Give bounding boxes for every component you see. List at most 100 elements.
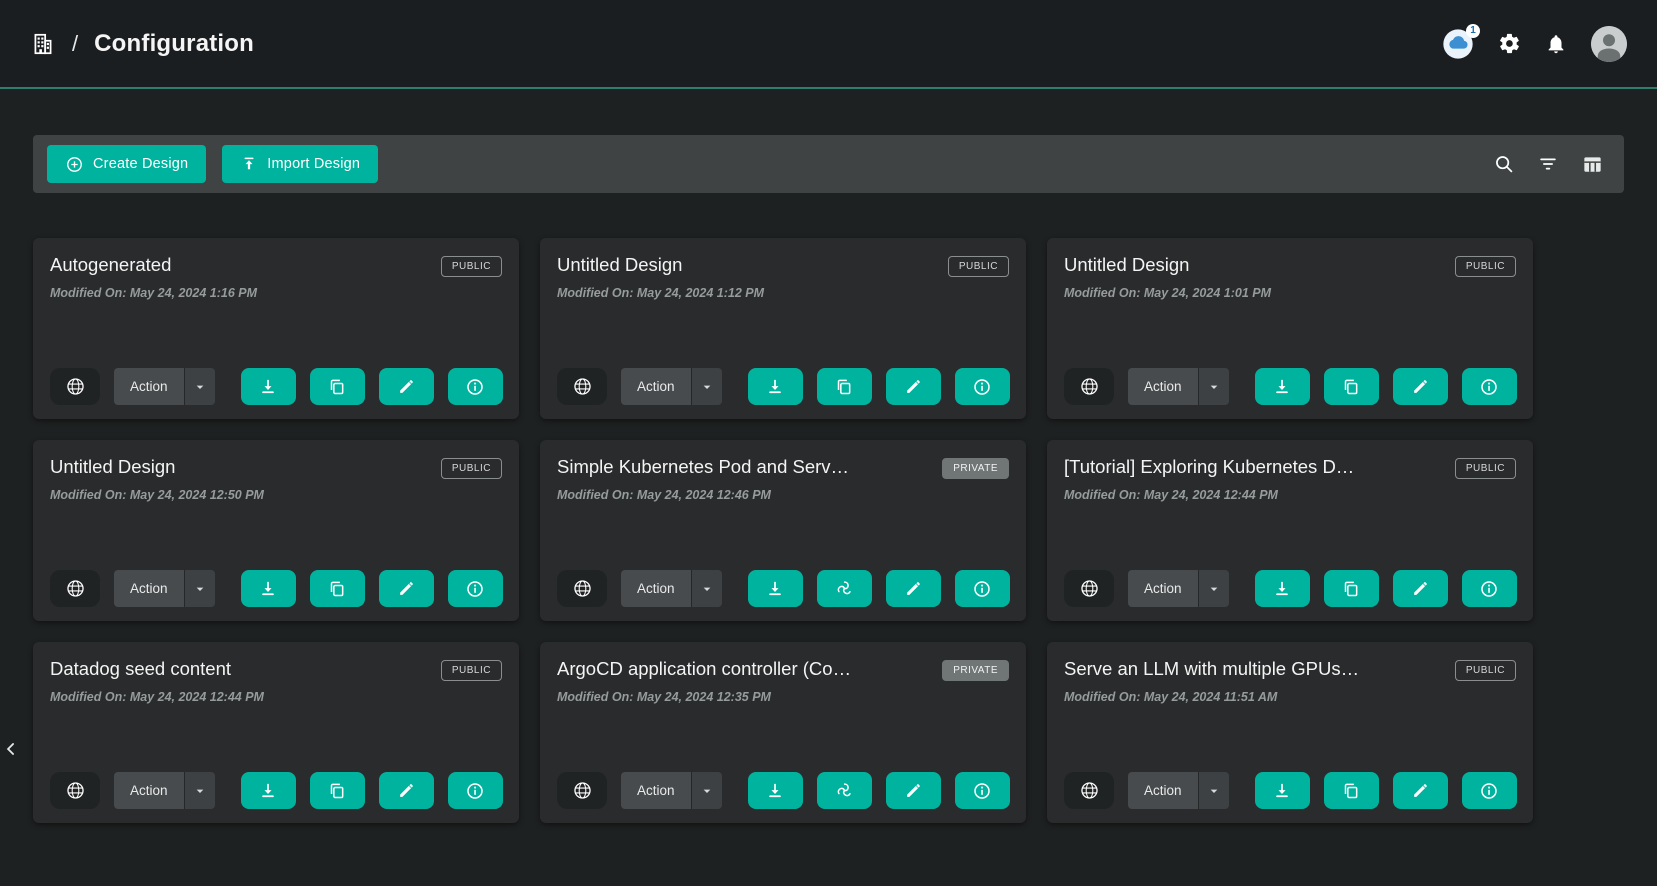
download-button[interactable] [1255, 772, 1310, 809]
edit-button[interactable] [1393, 368, 1448, 405]
action-button[interactable]: Action [621, 772, 691, 809]
download-button[interactable] [748, 368, 803, 405]
download-button[interactable] [748, 570, 803, 607]
search-button[interactable] [1493, 153, 1515, 175]
card-actions: Action [557, 570, 1009, 607]
edit-button[interactable] [379, 772, 434, 809]
action-dropdown-caret[interactable] [184, 570, 215, 607]
clone-button[interactable] [1324, 772, 1379, 809]
visibility-globe-button[interactable] [1064, 570, 1114, 607]
action-dropdown-caret[interactable] [691, 368, 722, 405]
edit-button[interactable] [886, 368, 941, 405]
action-button[interactable]: Action [114, 368, 184, 405]
action-dropdown-caret[interactable] [691, 772, 722, 809]
visibility-badge: PRIVATE [942, 458, 1009, 479]
download-button[interactable] [241, 772, 296, 809]
modified-on-text: Modified On: May 24, 2024 1:12 PM [557, 286, 1009, 300]
visibility-globe-button[interactable] [50, 368, 100, 405]
edit-button[interactable] [1393, 772, 1448, 809]
edit-button[interactable] [379, 368, 434, 405]
create-design-button[interactable]: Create Design [47, 145, 206, 183]
globe-icon [572, 578, 593, 599]
info-button[interactable] [448, 368, 503, 405]
clone-button[interactable] [1324, 570, 1379, 607]
action-dropdown-caret[interactable] [1198, 772, 1229, 809]
download-button[interactable] [748, 772, 803, 809]
action-split-button: Action [1128, 570, 1229, 607]
info-icon [1479, 579, 1499, 599]
action-button-label: Action [130, 783, 168, 798]
info-button[interactable] [448, 772, 503, 809]
filter-button[interactable] [1537, 153, 1559, 175]
action-button[interactable]: Action [1128, 570, 1198, 607]
edit-button[interactable] [1393, 570, 1448, 607]
info-button[interactable] [1462, 772, 1517, 809]
open-in-kanvas-button[interactable] [817, 570, 872, 607]
info-button[interactable] [448, 570, 503, 607]
design-card: [Tutorial] Exploring Kubernetes D… PUBLI… [1047, 440, 1533, 621]
clone-button[interactable] [310, 570, 365, 607]
table-view-button[interactable] [1581, 153, 1604, 176]
design-card: Autogenerated PUBLIC Modified On: May 24… [33, 238, 519, 419]
download-button[interactable] [241, 368, 296, 405]
download-button[interactable] [241, 570, 296, 607]
action-button[interactable]: Action [1128, 772, 1198, 809]
import-design-button[interactable]: Import Design [222, 145, 378, 183]
action-dropdown-caret[interactable] [184, 772, 215, 809]
action-dropdown-caret[interactable] [691, 570, 722, 607]
info-button[interactable] [1462, 368, 1517, 405]
edit-button[interactable] [886, 570, 941, 607]
action-split-button: Action [114, 772, 215, 809]
clone-button[interactable] [310, 368, 365, 405]
globe-icon [572, 376, 593, 397]
download-button[interactable] [1255, 570, 1310, 607]
action-button[interactable]: Action [114, 570, 184, 607]
download-button[interactable] [1255, 368, 1310, 405]
action-button[interactable]: Action [621, 570, 691, 607]
visibility-globe-button[interactable] [50, 570, 100, 607]
design-title: [Tutorial] Exploring Kubernetes D… [1064, 456, 1455, 478]
card-header: [Tutorial] Exploring Kubernetes D… PUBLI… [1064, 456, 1516, 479]
visibility-globe-button[interactable] [1064, 368, 1114, 405]
action-dropdown-caret[interactable] [1198, 570, 1229, 607]
action-split-button: Action [1128, 368, 1229, 405]
action-button[interactable]: Action [1128, 368, 1198, 405]
cloud-notification-badge: 1 [1466, 24, 1480, 38]
clone-button[interactable] [817, 368, 872, 405]
open-in-kanvas-button[interactable] [817, 772, 872, 809]
action-button[interactable]: Action [114, 772, 184, 809]
caret-down-icon [192, 783, 208, 799]
design-card: Datadog seed content PUBLIC Modified On:… [33, 642, 519, 823]
visibility-globe-button[interactable] [557, 772, 607, 809]
profile-avatar-button[interactable] [1591, 26, 1627, 62]
edit-pencil-icon [1411, 377, 1430, 396]
clone-button[interactable] [310, 772, 365, 809]
info-button[interactable] [955, 368, 1010, 405]
edit-button[interactable] [886, 772, 941, 809]
visibility-globe-button[interactable] [1064, 772, 1114, 809]
notifications-button[interactable] [1545, 33, 1567, 55]
action-split-button: Action [114, 570, 215, 607]
visibility-globe-button[interactable] [557, 368, 607, 405]
sidebar-expand-button[interactable] [0, 735, 22, 763]
visibility-globe-button[interactable] [557, 570, 607, 607]
design-title: ArgoCD application controller (Co… [557, 658, 942, 680]
caret-down-icon [192, 379, 208, 395]
info-button[interactable] [1462, 570, 1517, 607]
edit-button[interactable] [379, 570, 434, 607]
info-button[interactable] [955, 772, 1010, 809]
card-header: Untitled Design PUBLIC [557, 254, 1009, 277]
caret-down-icon [699, 581, 715, 597]
action-button-label: Action [1144, 581, 1182, 596]
cloud-account-button[interactable]: 1 [1442, 28, 1474, 60]
bell-icon [1545, 33, 1567, 55]
action-dropdown-caret[interactable] [1198, 368, 1229, 405]
clone-button[interactable] [1324, 368, 1379, 405]
visibility-globe-button[interactable] [50, 772, 100, 809]
card-header: ArgoCD application controller (Co… PRIVA… [557, 658, 1009, 681]
info-icon [1479, 781, 1499, 801]
settings-button[interactable] [1498, 32, 1521, 55]
action-button[interactable]: Action [621, 368, 691, 405]
info-button[interactable] [955, 570, 1010, 607]
action-dropdown-caret[interactable] [184, 368, 215, 405]
